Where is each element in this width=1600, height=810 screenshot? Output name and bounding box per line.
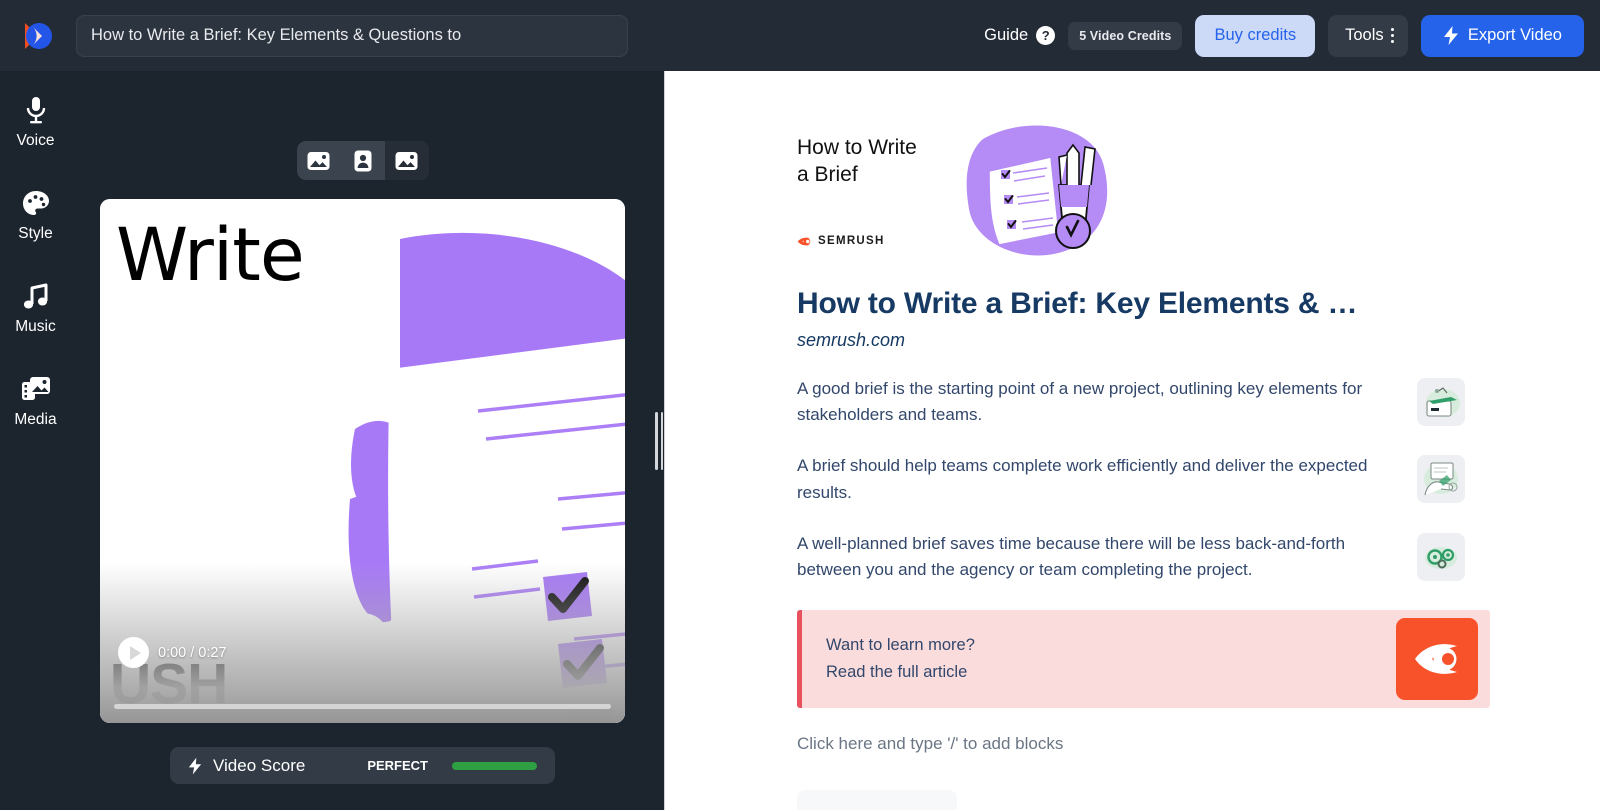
sidebar-item-label: Style (18, 225, 52, 243)
paragraph-text[interactable]: A brief should help teams complete work … (797, 453, 1397, 506)
cta-logo (1396, 618, 1478, 700)
palette-icon (22, 188, 50, 218)
lightning-bolt-icon (188, 757, 202, 775)
hero-card-brand: SEMRUSH (797, 234, 947, 249)
player-timecode: 0:00 / 0:27 (158, 645, 227, 661)
play-button[interactable] (118, 637, 149, 668)
app-root: Guide ? 5 Video Credits Buy credits Tool… (0, 0, 1600, 810)
play-icon (130, 646, 141, 660)
video-score-bar[interactable]: Video Score PERFECT (170, 747, 555, 784)
insert-image-button-selected[interactable] (385, 141, 429, 180)
sidebar-item-music[interactable]: Music (0, 275, 71, 342)
hand-document-illustration-icon (1417, 455, 1465, 503)
paragraph-thumbnail[interactable] (1417, 378, 1465, 426)
sidebar-item-voice[interactable]: Voice (0, 89, 71, 156)
video-score-value: PERFECT (367, 758, 428, 773)
slide-word: Write (116, 213, 304, 298)
video-credits-badge[interactable]: 5 Video Credits (1068, 22, 1182, 50)
video-score-meter (452, 762, 537, 770)
sidebar-item-style[interactable]: Style (0, 182, 71, 249)
paragraph-thumbnail[interactable] (1417, 455, 1465, 503)
semrush-flame-icon (1411, 633, 1463, 685)
insert-image-button[interactable] (297, 141, 341, 180)
sidebar-item-label: Media (14, 411, 56, 429)
hero-card-title: How to Writea Brief (797, 135, 947, 189)
insert-avatar-button[interactable] (341, 141, 385, 180)
kebab-menu-icon (1391, 28, 1394, 43)
add-block-placeholder[interactable]: Click here and type '/' to add blocks (797, 734, 1490, 754)
article-url[interactable]: semrush.com (797, 330, 1490, 351)
cta-line-1: Want to learn more? (826, 632, 975, 659)
play-logo-icon (20, 19, 54, 53)
document-content: How to Writea Brief SEMRUSH (665, 71, 1600, 754)
paragraph-thumbnail[interactable] (1417, 533, 1465, 581)
app-header: Guide ? 5 Video Credits Buy credits Tool… (0, 0, 1600, 71)
guide-label: Guide (984, 26, 1028, 45)
buy-credits-button[interactable]: Buy credits (1195, 15, 1315, 57)
player-progress-bar[interactable] (114, 704, 611, 709)
cta-line-2[interactable]: Read the full article (826, 659, 975, 686)
video-preview-panel: Write USH 0:00 / 0:27 Video Score PERFEC… (71, 71, 654, 810)
article-title[interactable]: How to Write a Brief: Key Elements & … (797, 285, 1490, 323)
image-icon (307, 151, 330, 171)
app-body: Voice Style (0, 71, 1600, 810)
hero-brand-label: SEMRUSH (818, 235, 885, 247)
paragraph-row: A well-planned brief saves time because … (797, 531, 1490, 584)
semrush-flame-icon (797, 234, 812, 249)
guide-button[interactable]: Guide ? (984, 26, 1055, 45)
video-player[interactable]: Write USH 0:00 / 0:27 (100, 199, 625, 723)
cta-text: Want to learn more? Read the full articl… (826, 632, 975, 685)
sidebar-item-media[interactable]: Media (0, 368, 71, 435)
project-title-input[interactable] (76, 15, 628, 57)
paragraph-text[interactable]: A good brief is the starting point of a … (797, 376, 1397, 429)
person-card-icon (354, 150, 372, 172)
printer-illustration-icon (1417, 378, 1465, 426)
app-logo[interactable] (18, 17, 56, 55)
left-sidebar: Voice Style (0, 71, 71, 810)
paragraph-row: A brief should help teams complete work … (797, 453, 1490, 506)
export-video-label: Export Video (1468, 26, 1562, 45)
hero-illustration (955, 113, 1115, 263)
paragraph-text[interactable]: A well-planned brief saves time because … (797, 531, 1397, 584)
image-icon (395, 151, 418, 171)
next-block-skeleton (797, 790, 957, 810)
hero-card: How to Writea Brief SEMRUSH (797, 113, 1490, 263)
sidebar-item-label: Voice (17, 132, 55, 150)
music-note-icon (23, 281, 49, 311)
resize-grip-icon (655, 412, 663, 470)
sidebar-item-label: Music (15, 318, 55, 336)
slide-media-toolbar (297, 141, 429, 180)
gears-illustration-icon (1417, 533, 1465, 581)
hero-card-left: How to Writea Brief SEMRUSH (797, 113, 947, 249)
microphone-icon (24, 95, 48, 125)
tools-button[interactable]: Tools (1328, 15, 1408, 57)
header-actions: Guide ? 5 Video Credits Buy credits Tool… (984, 15, 1584, 57)
lightning-bolt-icon (1443, 26, 1459, 45)
video-score-label: Video Score (213, 756, 305, 776)
panel-resize-handle[interactable] (654, 71, 664, 810)
media-images-icon (21, 374, 51, 404)
paragraph-row: A good brief is the starting point of a … (797, 376, 1490, 429)
tools-label: Tools (1345, 26, 1384, 45)
export-video-button[interactable]: Export Video (1421, 15, 1584, 57)
question-mark-icon: ? (1036, 26, 1055, 45)
cta-block[interactable]: Want to learn more? Read the full articl… (797, 610, 1490, 708)
document-panel: How to Writea Brief SEMRUSH (664, 71, 1600, 810)
